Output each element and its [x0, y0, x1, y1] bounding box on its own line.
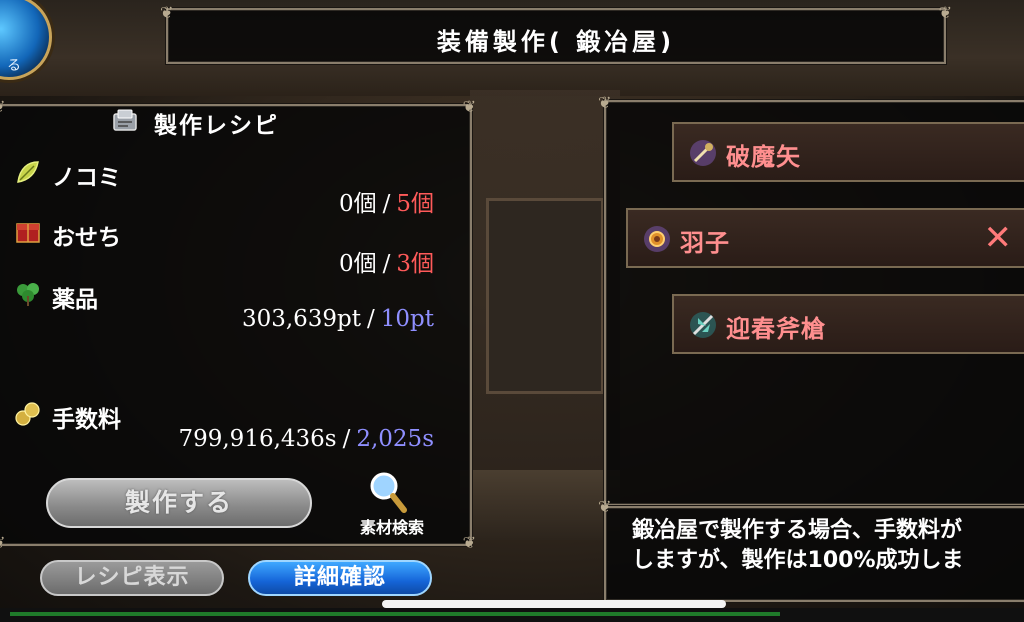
material-label: 薬品 [52, 287, 98, 313]
home-indicator[interactable] [382, 600, 726, 608]
header-bar: ❦ ❦ 装備製作( 鍛冶屋) [160, 4, 952, 64]
material-label: ノコミ [52, 165, 121, 191]
have-amount: 799,916,436s [178, 426, 337, 452]
loading-progress-bar [10, 612, 780, 616]
corner-ornament-icon: ❦ [938, 3, 952, 22]
material-search-button[interactable]: 素材検索 [342, 470, 442, 540]
corner-ornament-icon: ❦ [0, 98, 18, 116]
item-name: 破魔矢 [726, 143, 801, 171]
page-title: 装備製作( 鍛冶屋) [436, 28, 676, 56]
coins-icon [15, 402, 40, 426]
corner-ornament-icon: ❦ [160, 3, 174, 22]
corner-ornament-icon: ❦ [462, 97, 476, 116]
leaf-icon [17, 161, 39, 183]
separator: / [342, 426, 351, 452]
close-icon[interactable]: ✕ [984, 218, 1013, 258]
arrow-staff-icon [690, 140, 716, 166]
have-amount: 303,639pt [241, 306, 362, 332]
recipe-panel: ❦ ❦ ❦ ❦ 製作レシピ ノコミ 0個/5個 おせち 0個/3個 薬品 303… [0, 98, 476, 552]
background-picture-frame [486, 198, 604, 394]
list-item[interactable]: 迎春斧槍 [672, 294, 1024, 354]
corner-ornament-icon: ❦ [598, 497, 612, 516]
fee-quantity: 799,916,436s/2,025s [178, 426, 434, 452]
list-item-selected[interactable]: 羽子 ✕ [626, 208, 1024, 268]
recipe-book-icon [113, 109, 137, 131]
need-amount: 3個 [396, 251, 434, 277]
description-line: しますが、製作は100%成功しま [632, 548, 964, 573]
material-search-label: 素材検索 [359, 518, 424, 537]
item-name: 羽子 [680, 229, 730, 257]
separator: / [382, 251, 391, 277]
list-item[interactable]: 破魔矢 [672, 122, 1024, 182]
corner-ornament-icon: ❦ [0, 534, 18, 552]
have-amount: 0個 [338, 251, 377, 277]
item-name: 迎春斧槍 [726, 315, 826, 343]
material-label: おせち [52, 225, 121, 251]
halberd-icon [690, 312, 716, 338]
need-amount: 2,025s [356, 426, 434, 452]
recipe-title: 製作レシピ [154, 113, 279, 139]
item-list-panel: ❦ 破魔矢 羽子 ✕ 迎春斧槍 [598, 94, 1024, 506]
corner-ornament-icon: ❦ [598, 93, 612, 112]
background-table [460, 470, 620, 540]
detail-confirm-button[interactable]: 詳細確認 [248, 560, 432, 596]
fee-label: 手数料 [52, 407, 121, 433]
material-quantity: 303,639pt/10pt [242, 306, 434, 332]
separator: / [367, 306, 375, 332]
material-quantity: 0個/5個 [339, 184, 434, 218]
herb-icon [17, 283, 39, 306]
need-amount: 5個 [396, 191, 434, 217]
make-button[interactable]: 製作する [46, 478, 312, 528]
recipe-view-button[interactable]: レシピ表示 [40, 560, 224, 596]
description-panel: ❦ 鍛冶屋で製作する場合、手数料が しますが、製作は100%成功しま [598, 498, 1024, 602]
material-quantity: 0個/3個 [339, 244, 434, 278]
bento-box-icon [16, 223, 40, 243]
magnifier-icon [370, 472, 407, 513]
shuttlecock-icon [644, 226, 670, 252]
need-amount: 10pt [380, 306, 434, 332]
description-line: 鍛冶屋で製作する場合、手数料が [632, 518, 963, 543]
separator: / [382, 191, 391, 217]
orb-label: る [7, 58, 21, 74]
have-amount: 0個 [338, 191, 377, 217]
description-text: 鍛冶屋で製作する場合、手数料が しますが、製作は100%成功しま [632, 516, 964, 576]
corner-ornament-icon: ❦ [462, 533, 476, 552]
